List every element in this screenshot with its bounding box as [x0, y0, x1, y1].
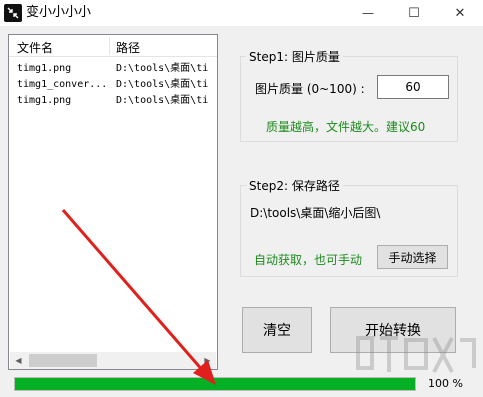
file-path: D:\tools\桌面\ti [116, 95, 209, 106]
file-row[interactable]: timg1.png D:\tools\桌面\ti [9, 61, 217, 77]
file-row[interactable]: timg1_conver... D:\tools\桌面\ti [9, 77, 217, 93]
save-path-hint: 自动获取，也可手动 [254, 253, 363, 267]
file-name: timg1_conver... [17, 79, 108, 90]
file-name: timg1.png [17, 63, 72, 74]
clear-button[interactable]: 清空 [242, 307, 312, 353]
file-list[interactable]: 文件名 路径 timg1.png D:\tools\桌面\ti timg1_co… [8, 34, 218, 370]
app-logo-icon [4, 4, 22, 22]
quality-label: 图片质量 (0~100) : [255, 82, 365, 96]
horizontal-scrollbar[interactable]: ◀ ▶ [10, 352, 216, 369]
column-divider[interactable] [109, 37, 110, 55]
scroll-right-icon[interactable]: ▶ [199, 352, 216, 369]
step1-title: Step1: 图片质量 [246, 48, 343, 65]
manual-select-button[interactable]: 手动选择 [377, 245, 448, 269]
quality-input[interactable]: 60 [377, 75, 449, 99]
file-list-header: 文件名 路径 [9, 35, 217, 57]
step2-title: Step2: 保存路径 [246, 177, 343, 194]
close-icon: ✕ [454, 5, 466, 21]
close-button[interactable]: ✕ [437, 0, 483, 26]
progress-bar [14, 377, 416, 391]
save-path: D:\tools\桌面\缩小后图\ [250, 206, 381, 220]
minimize-button[interactable]: — [345, 0, 391, 26]
file-path: D:\tools\桌面\ti [116, 63, 209, 74]
column-header-filename[interactable]: 文件名 [17, 39, 53, 56]
file-path: D:\tools\桌面\ti [116, 79, 209, 90]
window-title: 变小小小小 [26, 5, 92, 20]
title-bar: 变小小小小 — ☐ ✕ [0, 0, 483, 26]
minimize-icon: — [362, 6, 374, 20]
maximize-button[interactable]: ☐ [391, 0, 437, 26]
progress-fill [15, 378, 415, 390]
file-row[interactable]: timg1.png D:\tools\桌面\ti [9, 93, 217, 109]
column-header-path[interactable]: 路径 [116, 39, 140, 56]
quality-hint: 质量越高，文件越大。建议60 [266, 120, 426, 134]
scrollbar-thumb[interactable] [29, 354, 97, 367]
progress-percent: 100 % [428, 377, 463, 390]
scroll-left-icon[interactable]: ◀ [10, 352, 27, 369]
file-name: timg1.png [17, 95, 72, 106]
maximize-icon: ☐ [408, 5, 420, 21]
